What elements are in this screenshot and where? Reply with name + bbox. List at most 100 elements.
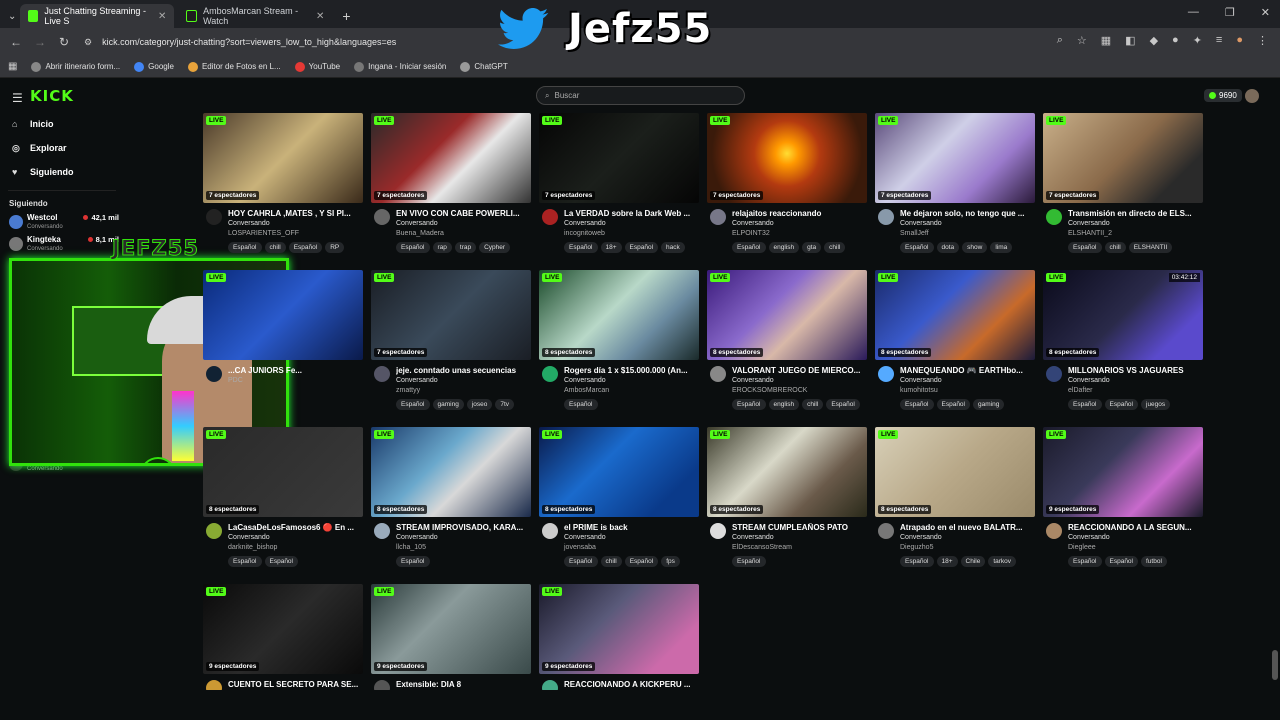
tag-chip[interactable]: lima: [990, 242, 1013, 253]
tag-chip[interactable]: dota: [936, 242, 960, 253]
media-icon[interactable]: ≡: [1216, 34, 1222, 47]
stream-category[interactable]: Conversando: [228, 533, 363, 543]
stream-title[interactable]: relajaitos reaccionando: [732, 209, 867, 219]
stream-thumbnail[interactable]: LIVE: [203, 270, 363, 360]
stream-category[interactable]: Conversando: [1068, 219, 1203, 229]
stream-category[interactable]: Conversando: [396, 219, 531, 229]
tag-chip[interactable]: Español: [624, 242, 659, 253]
menu-kebab-icon[interactable]: ⋮: [1257, 34, 1268, 47]
channel-name[interactable]: elDafter: [1068, 386, 1203, 395]
stream-category[interactable]: Conversando: [1068, 533, 1203, 543]
tag-chip[interactable]: Español: [1104, 556, 1138, 567]
tag-chip[interactable]: Español: [564, 399, 598, 410]
stream-title[interactable]: EN VIVO CON CABE POWERLI...: [396, 209, 531, 219]
tag-chip[interactable]: Español: [1104, 399, 1138, 410]
tag-chip[interactable]: chill: [264, 242, 286, 253]
stream-category[interactable]: Conversando: [900, 533, 1035, 543]
maximize-icon[interactable]: ❐: [1225, 6, 1235, 19]
stream-title[interactable]: Atrapado en el nuevo BALATR...: [900, 523, 1035, 533]
stream-title[interactable]: REACCIONANDO A KICKPERU ...: [564, 680, 699, 690]
tag-chip[interactable]: Español: [264, 556, 298, 567]
tag-chip[interactable]: Chile: [960, 556, 986, 567]
nav-explorar[interactable]: ◎ Explorar: [0, 136, 124, 160]
tag-chip[interactable]: Cypher: [479, 242, 511, 253]
stream-title[interactable]: MANEQUEANDO 🎮 EARTHbo...: [900, 366, 1035, 376]
channel-name[interactable]: PDC: [228, 376, 363, 385]
tag-chip[interactable]: juegos: [1141, 399, 1171, 410]
tag-chip[interactable]: gta: [802, 242, 822, 253]
channel-avatar[interactable]: [1046, 209, 1062, 225]
channel-avatar[interactable]: [206, 209, 222, 225]
new-tab-button[interactable]: +: [342, 8, 350, 24]
tag-chip[interactable]: Español: [900, 242, 934, 253]
stream-title[interactable]: CUENTO EL SECRETO PARA SE...: [228, 680, 363, 690]
tag-chip[interactable]: chill: [600, 556, 622, 567]
tag-chip[interactable]: Español: [396, 556, 430, 567]
stream-thumbnail[interactable]: LIVE 8 espectadores: [203, 427, 363, 517]
stream-thumbnail[interactable]: LIVE 8 espectadores: [707, 427, 867, 517]
tag-chip[interactable]: Español: [732, 242, 766, 253]
channel-avatar[interactable]: [206, 366, 222, 382]
tab-just-chatting[interactable]: Just Chatting Streaming - Live S ✕: [20, 4, 175, 28]
stream-title[interactable]: Transmisión en directo de ELS...: [1068, 209, 1203, 219]
bookmark-item[interactable]: Editor de Fotos en L...: [187, 61, 281, 72]
stream-title[interactable]: LaCasaDeLosFamosos6 🔴 En ...: [228, 523, 363, 533]
stream-category[interactable]: Conversando: [732, 533, 867, 543]
back-icon[interactable]: ←: [4, 35, 28, 49]
tag-chip[interactable]: futbol: [1141, 556, 1167, 567]
nav-inicio[interactable]: ⌂ Inicio: [0, 112, 124, 136]
user-avatar[interactable]: [1245, 89, 1259, 103]
stream-card[interactable]: LIVE 7 espectadores EN VIVO CON CABE POWER…: [371, 113, 531, 263]
bookmark-item[interactable]: Ingana - Iniciar sesión: [354, 61, 446, 72]
stream-thumbnail[interactable]: LIVE 7 espectadores: [539, 113, 699, 203]
bookmark-item[interactable]: Google: [134, 61, 174, 72]
tag-chip[interactable]: Español: [564, 556, 598, 567]
stream-thumbnail[interactable]: LIVE 8 espectadores: [539, 427, 699, 517]
reload-icon[interactable]: ↻: [52, 35, 76, 49]
stream-thumbnail[interactable]: LIVE 8 espectadores: [539, 270, 699, 360]
extension-icon[interactable]: ◆: [1150, 34, 1158, 47]
extension-icon[interactable]: ▦: [1101, 34, 1111, 47]
tag-chip[interactable]: chill: [802, 399, 824, 410]
zoom-icon[interactable]: ⌕: [1057, 34, 1063, 47]
channel-avatar[interactable]: [878, 523, 894, 539]
tag-chip[interactable]: RP: [325, 242, 345, 253]
tag-chip[interactable]: hack: [661, 242, 685, 253]
forward-icon[interactable]: →: [28, 35, 52, 49]
stream-category[interactable]: Conversando: [396, 376, 531, 386]
stream-card[interactable]: LIVE 8 espectadores STREAM CUMPLEAÑOS PATO…: [707, 427, 867, 577]
stream-card[interactable]: LIVE 7 espectadores Transmisión en directo…: [1043, 113, 1203, 263]
tag-chip[interactable]: Español: [1068, 242, 1102, 253]
tag-chip[interactable]: Español: [1068, 399, 1102, 410]
close-tab-icon[interactable]: ✕: [316, 11, 324, 22]
channel-avatar[interactable]: [878, 366, 894, 382]
channel-name[interactable]: jovensaba: [564, 543, 699, 552]
stream-thumbnail[interactable]: LIVE 9 espectadores: [1043, 427, 1203, 517]
channel-avatar[interactable]: [542, 366, 558, 382]
stream-category[interactable]: Conversando: [564, 376, 699, 386]
stream-card[interactable]: LIVE 7 espectadores HOY CAHRLA ,MATES , Y …: [203, 113, 363, 263]
channel-avatar[interactable]: [374, 523, 390, 539]
channel-avatar[interactable]: [1046, 366, 1062, 382]
stream-card[interactable]: LIVE 7 espectadores Me dejaron solo, no te…: [875, 113, 1035, 263]
tag-chip[interactable]: english: [768, 399, 800, 410]
channel-name[interactable]: Buena_Madera: [396, 229, 531, 238]
stream-category[interactable]: Conversando: [396, 533, 531, 543]
kick-logo[interactable]: KICK: [30, 87, 74, 105]
stream-category[interactable]: Conversando: [564, 533, 699, 543]
channel-avatar[interactable]: [878, 209, 894, 225]
stream-thumbnail[interactable]: LIVE 7 espectadores: [875, 113, 1035, 203]
scrollbar[interactable]: [1272, 650, 1278, 680]
tag-chip[interactable]: 18+: [936, 556, 958, 567]
stream-thumbnail[interactable]: LIVE 8 espectadores: [875, 270, 1035, 360]
stream-card[interactable]: LIVE 7 espectadores relajaitos reaccionand…: [707, 113, 867, 263]
channel-avatar[interactable]: [542, 523, 558, 539]
stream-title[interactable]: VALORANT JUEGO DE MIERCO...: [732, 366, 867, 376]
stream-thumbnail[interactable]: LIVE 7 espectadores: [203, 113, 363, 203]
tag-chip[interactable]: Español: [900, 399, 934, 410]
tag-chip[interactable]: show: [962, 242, 988, 253]
tag-chip[interactable]: Español: [396, 242, 430, 253]
stream-thumbnail[interactable]: LIVE 7 espectadores: [371, 113, 531, 203]
channel-name[interactable]: ELSHANTII_2: [1068, 229, 1203, 238]
minimize-icon[interactable]: —: [1188, 6, 1199, 19]
